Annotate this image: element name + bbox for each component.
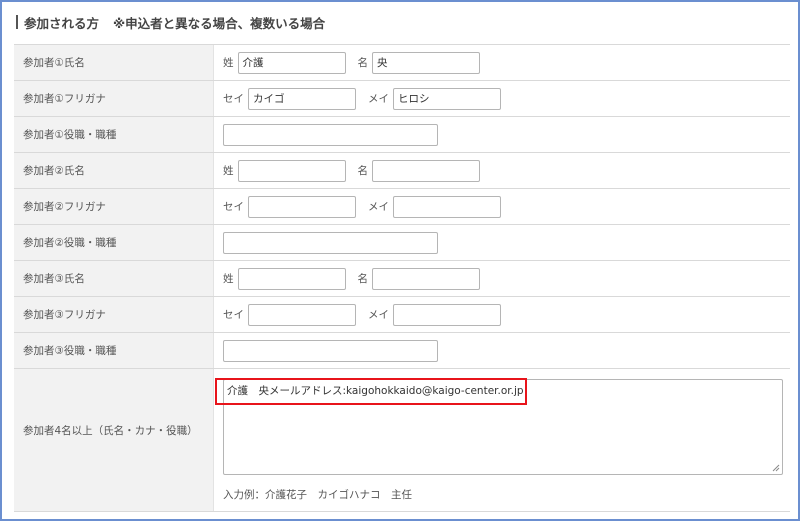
sei-kana-label: セイ — [223, 309, 244, 321]
row-label: 参加者②役職・職種 — [14, 225, 214, 260]
sei-kana-label: セイ — [223, 201, 244, 213]
sei-label: 姓 — [223, 273, 234, 285]
row-label: 参加者4名以上（氏名・カナ・役職） — [14, 369, 214, 511]
p2-mei-input[interactable] — [372, 159, 480, 182]
participants-form: 参加者①氏名 姓 介護 名 央 参加者①フリガナ セイ カイゴ メイ ヒロシ 参… — [14, 44, 790, 512]
p1-sei-input[interactable]: 介護 — [237, 51, 346, 74]
row-label: 参加者①氏名 — [14, 45, 214, 80]
row-p2-name: 参加者②氏名 姓 名 — [14, 153, 790, 189]
input-example-text: 入力例：介護花子 カイゴハナコ 主任 — [223, 489, 412, 501]
mei-kana-label: メイ — [368, 93, 389, 105]
row-p1-kana: 参加者①フリガナ セイ カイゴ メイ ヒロシ — [14, 81, 790, 117]
mei-label: 名 — [357, 57, 369, 69]
section-title: 参加される方 — [24, 15, 100, 31]
mei-kana-label: メイ — [368, 309, 389, 321]
row-field — [214, 333, 790, 368]
row-field: セイ メイ — [214, 189, 790, 224]
section-marker — [16, 15, 18, 29]
section-note: ※申込者と異なる場合、複数いる場合 — [113, 15, 326, 31]
p1-role-input[interactable] — [223, 123, 438, 146]
p3-sei-input[interactable] — [237, 267, 346, 290]
sei-kana-label: セイ — [223, 93, 244, 105]
row-p1-name: 参加者①氏名 姓 介護 名 央 — [14, 45, 790, 81]
mei-label: 名 — [357, 273, 369, 285]
row-label: 参加者③フリガナ — [14, 297, 214, 332]
p2-sei-kana-input[interactable] — [248, 195, 356, 218]
highlighted-entry: 介護 央メールアドレス:kaigohokkaido@kaigo-center.o… — [215, 378, 527, 405]
row-field: 姓 介護 名 央 — [214, 45, 790, 80]
sei-label: 姓 — [223, 57, 234, 69]
p2-sei-input[interactable] — [237, 159, 346, 182]
p3-sei-kana-input[interactable] — [248, 303, 356, 326]
additional-participants-textarea[interactable]: 介護 央メールアドレス:kaigohokkaido@kaigo-center.o… — [215, 378, 783, 475]
p2-mei-kana-input[interactable] — [393, 195, 501, 218]
row-p2-kana: 参加者②フリガナ セイ メイ — [14, 189, 790, 225]
row-field: 姓 名 — [214, 261, 790, 296]
row-p4plus: 参加者4名以上（氏名・カナ・役職） 介護 央メールアドレス:kaigohokka… — [14, 369, 790, 512]
mei-kana-label: メイ — [368, 201, 389, 213]
row-label: 参加者②氏名 — [14, 153, 214, 188]
row-field — [214, 117, 790, 152]
p1-sei-kana-input[interactable]: カイゴ — [248, 87, 356, 110]
row-label: 参加者③氏名 — [14, 261, 214, 296]
sei-label: 姓 — [223, 165, 234, 177]
p2-role-input[interactable] — [223, 231, 438, 254]
row-p2-role: 参加者②役職・職種 — [14, 225, 790, 261]
row-p1-role: 参加者①役職・職種 — [14, 117, 790, 153]
p3-mei-kana-input[interactable] — [393, 303, 501, 326]
row-label: 参加者③役職・職種 — [14, 333, 214, 368]
resize-handle-icon[interactable] — [772, 464, 780, 472]
row-field: セイ カイゴ メイ ヒロシ — [214, 81, 790, 116]
row-p3-role: 参加者③役職・職種 — [14, 333, 790, 369]
row-label: 参加者①フリガナ — [14, 81, 214, 116]
mei-label: 名 — [357, 165, 369, 177]
row-p3-name: 参加者③氏名 姓 名 — [14, 261, 790, 297]
p1-mei-input[interactable]: 央 — [372, 51, 480, 74]
row-field: 姓 名 — [214, 153, 790, 188]
row-p3-kana: 参加者③フリガナ セイ メイ — [14, 297, 790, 333]
row-label: 参加者①役職・職種 — [14, 117, 214, 152]
row-field — [214, 225, 790, 260]
section-header: 参加される方 ※申込者と異なる場合、複数いる場合 — [16, 12, 325, 32]
row-field: 介護 央メールアドレス:kaigohokkaido@kaigo-center.o… — [214, 369, 790, 511]
row-label: 参加者②フリガナ — [14, 189, 214, 224]
p3-role-input[interactable] — [223, 339, 438, 362]
p1-mei-kana-input[interactable]: ヒロシ — [393, 87, 501, 110]
row-field: セイ メイ — [214, 297, 790, 332]
form-panel: 参加される方 ※申込者と異なる場合、複数いる場合 参加者①氏名 姓 介護 名 央… — [0, 0, 800, 521]
p3-mei-input[interactable] — [372, 267, 480, 290]
